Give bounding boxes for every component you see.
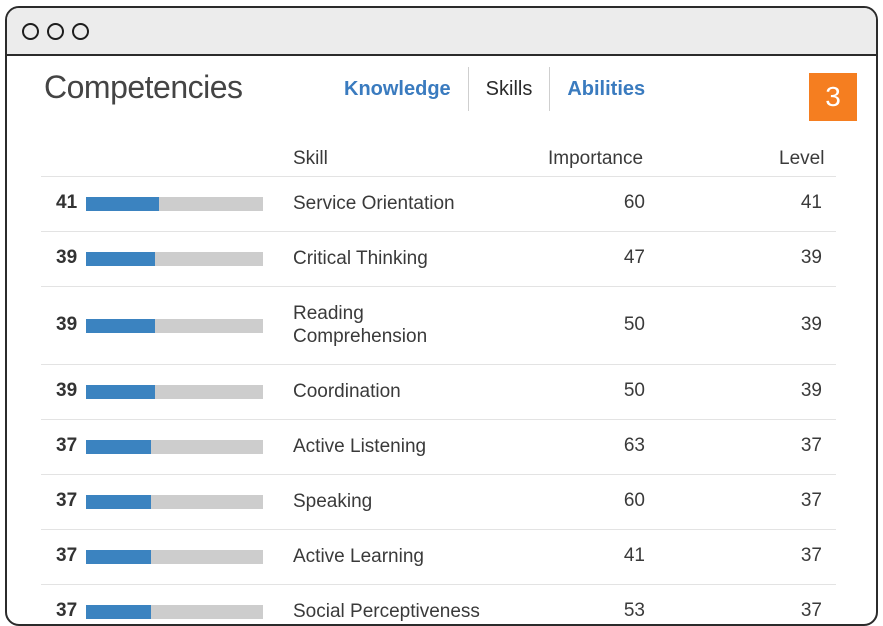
score-value: 37 — [56, 600, 78, 621]
step-number-badge: 3 — [809, 73, 857, 121]
score-bar-track — [86, 385, 263, 399]
score-value: 39 — [56, 380, 78, 401]
skill-name[interactable]: Speaking — [293, 490, 483, 513]
table-row[interactable]: 39 Critical Thinking 47 39 — [41, 231, 836, 286]
level-value: 37 — [800, 435, 822, 456]
level-value: 39 — [800, 380, 822, 401]
skill-name[interactable]: Social Perceptiveness — [293, 600, 483, 623]
importance-value: 63 — [623, 435, 645, 456]
importance-value: 50 — [623, 313, 645, 335]
level-value: 39 — [800, 247, 822, 268]
skill-name[interactable]: Reading Comprehension — [293, 302, 483, 348]
score-bar-track — [86, 197, 263, 211]
score-bar-fill — [86, 550, 152, 564]
score-bar-track — [86, 550, 263, 564]
table-row[interactable]: 41 Service Orientation 60 41 — [41, 176, 836, 231]
close-window-icon[interactable] — [22, 23, 39, 40]
table-row[interactable]: 37 Active Learning 41 37 — [41, 529, 836, 584]
score-bar-track — [86, 318, 263, 333]
level-value: 37 — [800, 490, 822, 511]
score-value: 37 — [56, 435, 78, 456]
skill-name[interactable]: Coordination — [293, 380, 483, 403]
tab-skills[interactable]: Skills — [467, 67, 551, 111]
importance-value: 60 — [623, 192, 645, 213]
tab-knowledge[interactable]: Knowledge — [327, 67, 468, 111]
importance-value: 53 — [623, 600, 645, 621]
column-header-level: Level — [779, 148, 825, 169]
score-bar-fill — [86, 252, 156, 266]
score-value: 37 — [56, 490, 78, 511]
score-value: 37 — [56, 545, 78, 566]
skill-name[interactable]: Active Listening — [293, 435, 483, 458]
score-bar-fill — [86, 495, 152, 509]
score-bar-fill — [86, 318, 156, 333]
title-bar — [7, 8, 876, 56]
level-value: 37 — [800, 600, 822, 621]
page-title: Competencies — [44, 69, 243, 105]
importance-value: 60 — [623, 490, 645, 511]
skill-name[interactable]: Critical Thinking — [293, 247, 483, 270]
importance-value: 50 — [623, 380, 645, 401]
score-bar-track — [86, 440, 263, 454]
score-value: 39 — [56, 247, 78, 268]
score-value: 39 — [56, 313, 78, 335]
competency-tabs: Knowledge Skills Abilities — [327, 67, 662, 111]
level-value: 41 — [800, 192, 822, 213]
score-bar-fill — [86, 605, 152, 619]
skills-table: 41 Service Orientation 60 41 39 Critical Thin… — [41, 176, 836, 624]
score-value: 41 — [56, 192, 78, 213]
score-bar-track — [86, 605, 263, 619]
table-row[interactable]: 39 Reading Comprehension 50 39 — [41, 286, 836, 364]
level-value: 37 — [800, 545, 822, 566]
level-value: 39 — [800, 313, 822, 335]
maximize-window-icon[interactable] — [72, 23, 89, 40]
table-row[interactable]: 37 Social Perceptiveness 53 37 — [41, 584, 836, 624]
column-header-skill: Skill — [293, 148, 328, 169]
tab-abilities[interactable]: Abilities — [550, 67, 662, 111]
table-row[interactable]: 37 Speaking 60 37 — [41, 474, 836, 529]
table-row[interactable]: 37 Active Listening 63 37 — [41, 419, 836, 474]
skill-name[interactable]: Service Orientation — [293, 192, 483, 215]
skill-name[interactable]: Active Learning — [293, 545, 483, 568]
score-bar-track — [86, 495, 263, 509]
column-header-importance: Importance — [548, 148, 644, 169]
score-bar-track — [86, 252, 263, 266]
score-bar-fill — [86, 197, 159, 211]
score-bar-fill — [86, 385, 156, 399]
table-row[interactable]: 39 Coordination 50 39 — [41, 364, 836, 419]
minimize-window-icon[interactable] — [47, 23, 64, 40]
table-header: Skill Importance Level — [7, 136, 876, 176]
browser-window: Competencies Knowledge Skills Abilities … — [5, 6, 878, 626]
score-bar-fill — [86, 440, 152, 454]
main-content: Competencies Knowledge Skills Abilities … — [7, 56, 876, 624]
importance-value: 47 — [623, 247, 645, 268]
importance-value: 41 — [623, 545, 645, 566]
